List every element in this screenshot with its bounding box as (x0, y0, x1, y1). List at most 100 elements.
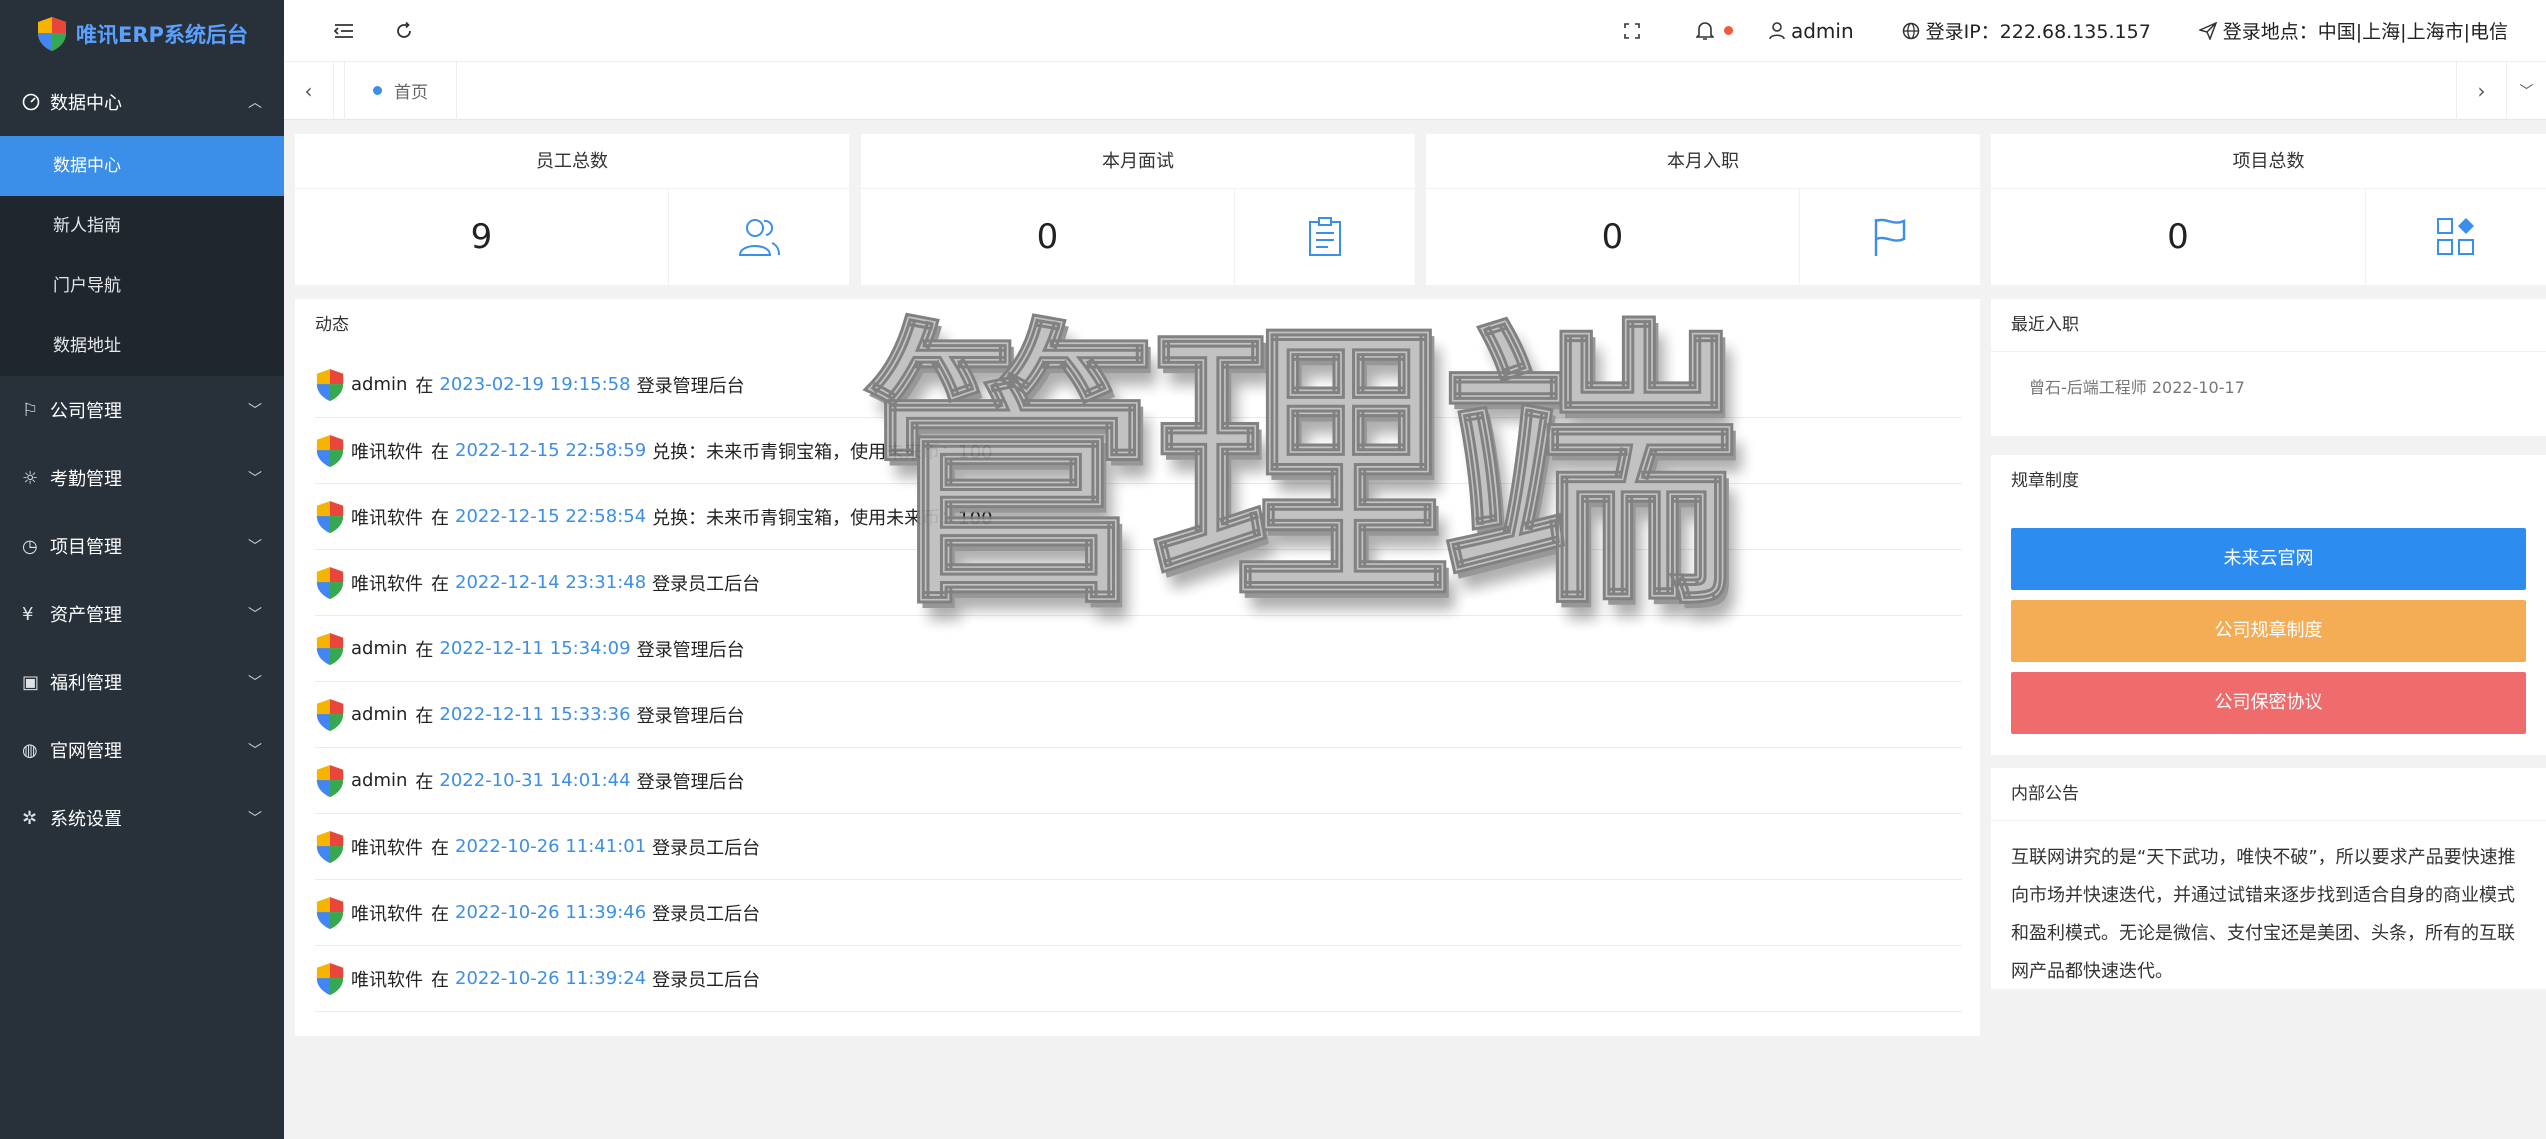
submenu-item-data-address[interactable]: 数据地址 (0, 316, 284, 376)
activity-action: 登录管理后台 (636, 375, 745, 397)
activity-title: 动态 (315, 315, 349, 335)
gift-icon: ▣ (22, 671, 40, 693)
activity-user: admin (351, 770, 408, 791)
login-location-text: 登录地点：中国|上海|上海市|电信 (2222, 21, 2508, 43)
activity-user: admin (351, 638, 408, 659)
activity-action: 登录员工后台 (652, 969, 761, 991)
bell-icon (1695, 21, 1714, 40)
menu-group-company[interactable]: ⚐ 公司管理 ﹀ (0, 376, 284, 444)
tabs-scroll-right-button[interactable]: › (2456, 61, 2506, 120)
menu-group-label: 资产管理 (50, 605, 122, 626)
activity-time: 2022-10-26 11:39:24 (455, 968, 647, 989)
submenu-data-center: 数据中心 新人指南 门户导航 数据地址 (0, 136, 284, 376)
shield-icon (315, 962, 345, 996)
yen-icon: ¥ (22, 603, 34, 625)
refresh-button[interactable] (374, 0, 434, 62)
menu-group-settings[interactable]: ✲ 系统设置 ﹀ (0, 784, 284, 852)
user-menu[interactable]: admin (1751, 0, 1872, 62)
sidebar: 唯讯ERP系统后台 数据中心 ︿ 数据中心 新人指南 门户导航 数据地址 ⚐ 公… (0, 0, 284, 1139)
globe-icon: ◍ (22, 739, 38, 761)
submenu-item-newbie-guide[interactable]: 新人指南 (0, 196, 284, 256)
official-site-button[interactable]: 未来云官网 (2011, 528, 2526, 590)
activity-connector: 在 (415, 639, 434, 661)
tab-label: 首页 (394, 83, 428, 103)
activity-time: 2022-12-11 15:34:09 (439, 638, 631, 659)
shield-icon (315, 896, 345, 930)
activity-user: 唯讯软件 (351, 573, 423, 595)
recent-hire-entry: 曾石-后端工程师 2022-10-17 (2029, 378, 2245, 397)
recent-hire-panel: 最近入职 曾石-后端工程师 2022-10-17 (1991, 299, 2546, 436)
stat-title: 本月面试 (861, 134, 1415, 189)
confidentiality-agreement-button[interactable]: 公司保密协议 (2011, 672, 2526, 734)
activity-connector: 在 (431, 507, 449, 529)
stat-value: 9 (295, 189, 669, 284)
activity-action: 登录员工后台 (652, 903, 761, 925)
activity-row: 唯讯软件 在 2022-12-15 22:58:59 兑换：未来币青铜宝箱，使用… (315, 418, 1962, 484)
tabs-dropdown-button[interactable]: ﹀ (2506, 61, 2546, 120)
chevron-down-icon: ﹀ (248, 743, 262, 759)
activity-row: 唯讯软件 在 2022-10-26 11:39:46 登录员工后台 (315, 880, 1962, 946)
menu-group-label: 福利管理 (50, 673, 122, 694)
flag-icon: ⚐ (22, 399, 39, 421)
dashboard-icon (22, 93, 50, 111)
activity-row: admin 在 2023-02-19 19:15:58 登录管理后台 (315, 352, 1962, 418)
chevron-down-icon: ﹀ (248, 811, 262, 827)
menu-group-welfare[interactable]: ▣ 福利管理 ﹀ (0, 648, 284, 716)
menu-group-website[interactable]: ◍ 官网管理 ﹀ (0, 716, 284, 784)
chevron-left-icon: ‹ (304, 78, 313, 103)
stat-title: 项目总数 (1991, 134, 2546, 189)
stat-card-projects: 项目总数 0 (1991, 134, 2546, 285)
tab-bar: ‹ 首页 › ﹀ (284, 61, 2546, 120)
activity-connector: 在 (431, 441, 449, 463)
activity-time: 2022-12-14 23:31:48 (455, 572, 647, 593)
collapse-menu-button[interactable] (314, 0, 374, 62)
menu-group-project[interactable]: ◷ 项目管理 ﹀ (0, 512, 284, 580)
submenu-item-data-center[interactable]: 数据中心 (0, 136, 284, 196)
activity-connector: 在 (415, 375, 434, 397)
app-title: 唯讯ERP系统后台 (76, 23, 248, 47)
grid-icon (2366, 189, 2546, 284)
fullscreen-button[interactable] (1606, 0, 1678, 62)
activity-action: 登录管理后台 (636, 771, 745, 793)
notice-panel: 内部公告 互联网讲究的是“天下武功，唯快不破”，所以要求产品要快速推向市场并快速… (1991, 768, 2546, 989)
stat-value: 0 (1426, 189, 1800, 284)
recent-hire-title: 最近入职 (1991, 299, 2546, 352)
refresh-icon (397, 21, 411, 38)
activity-connector: 在 (431, 969, 449, 991)
activity-user: 唯讯软件 (351, 969, 423, 991)
activity-action: 兑换：未来币青铜宝箱，使用未来币：100 (652, 441, 993, 463)
fullscreen-icon (1624, 22, 1640, 39)
company-rules-button[interactable]: 公司规章制度 (2011, 600, 2526, 662)
menu-group-label: 系统设置 (50, 809, 122, 830)
tabs-scroll-left-button[interactable]: ‹ (284, 61, 334, 120)
login-ip: 登录IP：222.68.135.157 (1872, 0, 2169, 62)
chevron-down-icon: ﹀ (2519, 83, 2534, 100)
settings-icon: ✲ (22, 807, 38, 829)
activity-row: admin 在 2022-12-11 15:33:36 登录管理后台 (315, 682, 1962, 748)
activity-user: admin (351, 704, 408, 725)
submenu-item-portal-nav[interactable]: 门户导航 (0, 256, 284, 316)
shield-icon (315, 830, 345, 864)
chevron-down-icon: ﹀ (248, 675, 262, 691)
notifications-button[interactable] (1678, 0, 1751, 62)
menu-group-assets[interactable]: ¥ 资产管理 ﹀ (0, 580, 284, 648)
login-location: 登录地点：中国|上海|上海市|电信 (2169, 0, 2546, 62)
shield-icon (315, 698, 345, 732)
activity-action: 登录员工后台 (652, 837, 761, 859)
tab-home[interactable]: 首页 (344, 61, 457, 120)
menu-group-label: 数据中心 (50, 93, 122, 114)
stat-title: 员工总数 (295, 134, 849, 189)
menu-group-label: 官网管理 (50, 741, 122, 762)
login-ip-text: 登录IP：222.68.135.157 (1925, 21, 2151, 43)
menu-group-data-center[interactable]: 数据中心 ︿ (0, 68, 284, 136)
app-logo[interactable]: 唯讯ERP系统后台 (0, 0, 284, 68)
chevron-down-icon: ﹀ (248, 607, 262, 623)
send-icon (2198, 21, 2217, 40)
stat-card-interviews: 本月面试 0 (861, 134, 1415, 285)
chevron-down-icon: ﹀ (248, 471, 262, 487)
shield-icon (315, 500, 345, 534)
activity-connector: 在 (431, 837, 449, 859)
stat-value: 0 (861, 189, 1235, 284)
notice-title: 内部公告 (1991, 768, 2546, 821)
menu-group-attendance[interactable]: ☼ 考勤管理 ﹀ (0, 444, 284, 512)
